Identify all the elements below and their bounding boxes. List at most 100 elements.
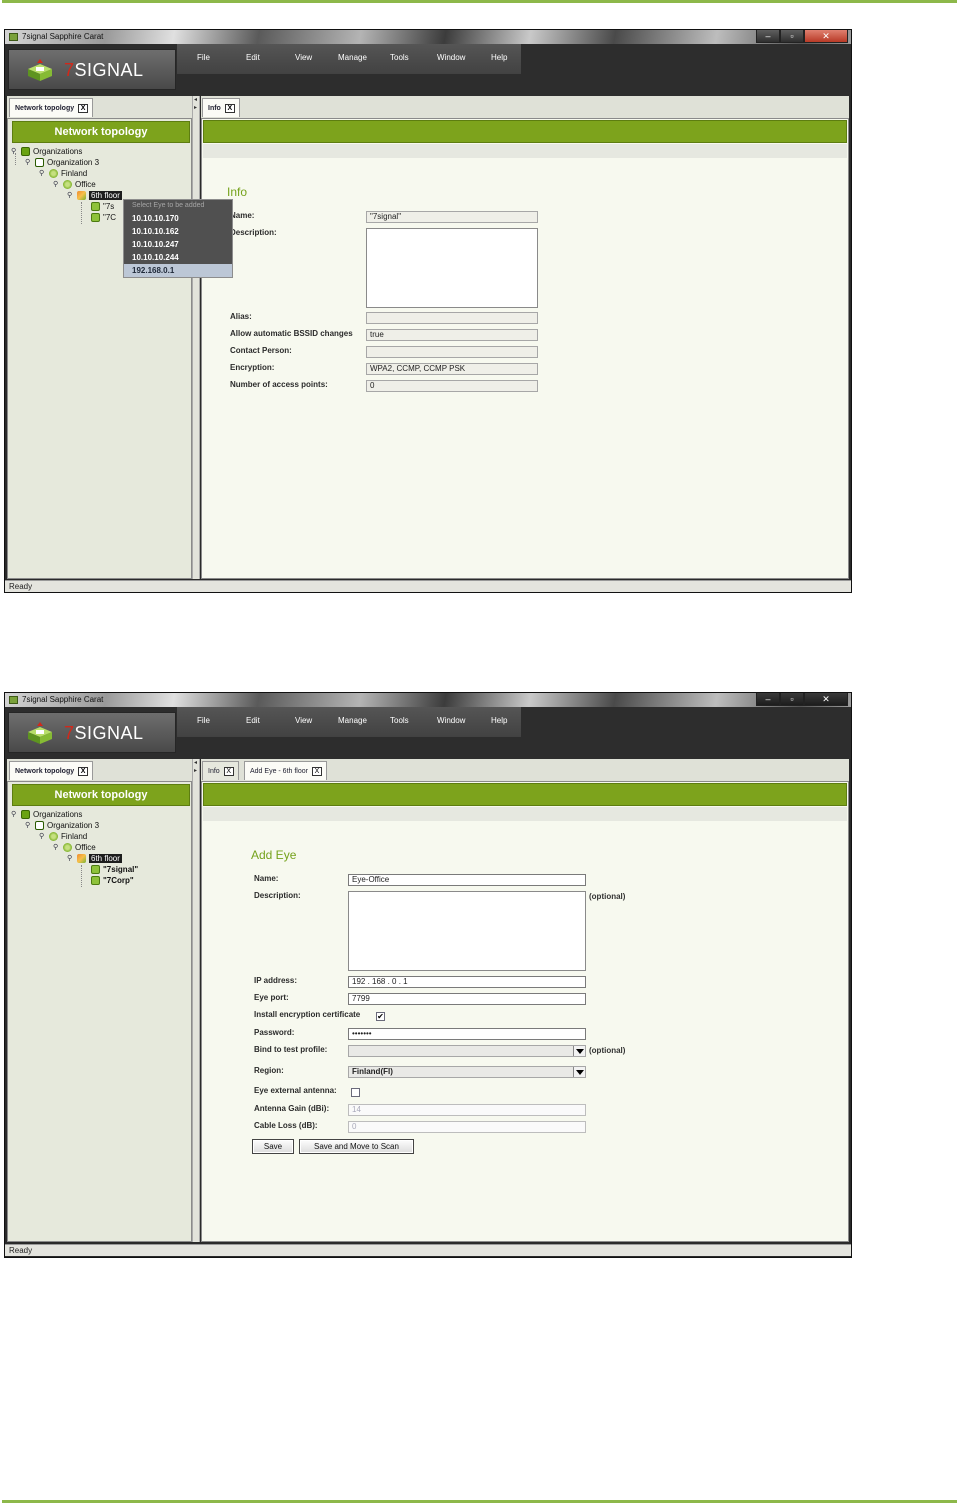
expand-toggle-icon[interactable]: ⚲: [39, 169, 44, 177]
eye-icon: [91, 865, 100, 874]
menu-file[interactable]: File: [197, 53, 210, 62]
contact-person-label: Contact Person:: [230, 346, 292, 355]
menu-window[interactable]: Window: [437, 716, 465, 725]
cable-loss-input[interactable]: 0: [348, 1121, 586, 1133]
tab-network-topology[interactable]: Network topology X: [9, 761, 94, 780]
organizations-icon: [21, 810, 30, 819]
menu-tools[interactable]: Tools: [390, 53, 409, 62]
expand-toggle-icon[interactable]: ⚲: [67, 854, 72, 862]
tree-node-eye-7signal[interactable]: "7s: [91, 201, 114, 212]
save-and-scan-button[interactable]: Save and Move to Scan: [299, 1139, 414, 1154]
auto-bssid-value: true: [366, 329, 538, 341]
ip-address-input[interactable]: 192 . 168 . 0 . 1: [348, 976, 586, 988]
description-label: Description:: [230, 228, 277, 237]
menu-view[interactable]: View: [295, 716, 312, 725]
close-button[interactable]: ✕: [804, 30, 848, 43]
tab-info[interactable]: Info X: [202, 98, 240, 117]
expand-toggle-icon[interactable]: ⚲: [67, 191, 72, 199]
popup-item[interactable]: 10.10.10.244: [124, 251, 232, 264]
close-tab-icon[interactable]: X: [224, 104, 235, 113]
tree-node-organization-3[interactable]: Organization 3: [35, 157, 99, 168]
popup-item-highlighted[interactable]: 192.168.0.1: [124, 264, 232, 277]
tree-node-eye-7corp[interactable]: "7Corp": [91, 875, 134, 886]
tree-node-6th-floor[interactable]: 6th floor: [77, 190, 122, 201]
close-tab-icon[interactable]: X: [78, 104, 89, 113]
tab-add-eye[interactable]: Add Eye - 6th floor X: [244, 761, 327, 780]
menu-window[interactable]: Window: [437, 53, 465, 62]
tree-node-eye-7signal[interactable]: "7signal": [91, 864, 138, 875]
menu-manage[interactable]: Manage: [338, 716, 367, 725]
bind-profile-label: Bind to test profile:: [254, 1045, 328, 1054]
maximize-button[interactable]: ▫: [780, 30, 804, 43]
password-label: Password:: [254, 1028, 295, 1037]
right-tab-strip: Info X Add Eye - 6th floor X: [201, 759, 849, 781]
tree-node-organization-3[interactable]: Organization 3: [35, 820, 99, 831]
region-select[interactable]: Finland(FI): [348, 1066, 586, 1078]
organizations-icon: [21, 147, 30, 156]
menu-help[interactable]: Help: [491, 53, 507, 62]
alias-label: Alias:: [230, 312, 252, 321]
expand-toggle-icon[interactable]: ⚲: [39, 832, 44, 840]
floor-icon: [77, 191, 86, 200]
expand-toggle-icon[interactable]: ⚲: [53, 843, 58, 851]
tree-node-organizations[interactable]: Organizations: [21, 146, 82, 157]
expand-toggle-icon[interactable]: ⚲: [25, 158, 30, 166]
close-tab-icon[interactable]: X: [311, 767, 322, 776]
chevron-down-icon[interactable]: [573, 1067, 585, 1077]
menu-tools[interactable]: Tools: [390, 716, 409, 725]
cable-loss-label: Cable Loss (dB):: [254, 1121, 318, 1130]
save-button[interactable]: Save: [252, 1139, 294, 1154]
pane-splitter[interactable]: ◂ ▸: [192, 96, 200, 579]
tree-header: Network topology: [12, 121, 190, 143]
ext-antenna-checkbox[interactable]: [351, 1088, 360, 1097]
info-subheader-band: [203, 144, 847, 158]
close-button[interactable]: ✕: [804, 693, 848, 706]
password-input[interactable]: •••••••: [348, 1028, 586, 1040]
popup-item[interactable]: 10.10.10.247: [124, 238, 232, 251]
tree-node-eye-7corp[interactable]: "7C: [91, 212, 116, 223]
info-header-bar: [203, 120, 847, 143]
minimize-button[interactable]: –: [756, 30, 780, 43]
left-tab-strip: Network topology X: [7, 759, 192, 781]
chevron-down-icon[interactable]: [573, 1046, 585, 1056]
tab-info[interactable]: Info X: [202, 761, 239, 780]
install-cert-checkbox[interactable]: ✔: [376, 1012, 385, 1021]
encryption-label: Encryption:: [230, 363, 275, 372]
expand-toggle-icon[interactable]: ⚲: [25, 821, 30, 829]
close-tab-icon[interactable]: X: [78, 767, 89, 776]
expand-toggle-icon[interactable]: ⚲: [11, 147, 16, 155]
logo-cube-icon: [28, 722, 52, 744]
eye-icon: [91, 213, 100, 222]
left-tab-strip: Network topology X: [7, 96, 192, 118]
tree-node-organizations[interactable]: Organizations: [21, 809, 82, 820]
tree-node-office[interactable]: Office: [63, 179, 96, 190]
minimize-button[interactable]: –: [756, 693, 780, 706]
menu-edit[interactable]: Edit: [246, 53, 260, 62]
close-tab-icon[interactable]: X: [223, 767, 234, 776]
description-input[interactable]: [348, 891, 586, 971]
info-pane: Info Name: "7signal" Description: Alias:…: [201, 118, 849, 579]
menu-help[interactable]: Help: [491, 716, 507, 725]
expand-toggle-icon[interactable]: ⚲: [11, 810, 16, 818]
name-input[interactable]: Eye-Office: [348, 874, 586, 886]
menu-file[interactable]: File: [197, 716, 210, 725]
tree-node-finland[interactable]: Finland: [49, 831, 87, 842]
antenna-gain-input[interactable]: 14: [348, 1104, 586, 1116]
popup-item[interactable]: 10.10.10.170: [124, 212, 232, 225]
pane-splitter[interactable]: ◂ ▸: [192, 759, 200, 1242]
ap-count-label: Number of access points:: [230, 380, 328, 389]
tree-node-finland[interactable]: Finland: [49, 168, 87, 179]
tab-network-topology[interactable]: Network topology X: [9, 98, 94, 117]
menu-view[interactable]: View: [295, 53, 312, 62]
expand-toggle-icon[interactable]: ⚲: [53, 180, 58, 188]
network-topology-pane: Network topology Organizations ⚲ Organiz…: [7, 118, 192, 579]
menu-edit[interactable]: Edit: [246, 716, 260, 725]
tree-node-6th-floor[interactable]: 6th floor: [77, 853, 122, 864]
bind-profile-select[interactable]: [348, 1045, 586, 1057]
tree-node-office[interactable]: Office: [63, 842, 96, 853]
eye-port-input[interactable]: 7799: [348, 993, 586, 1005]
popup-item[interactable]: 10.10.10.162: [124, 225, 232, 238]
app-header: 7SIGNAL File Edit View Manage Tools Wind…: [5, 44, 851, 96]
maximize-button[interactable]: ▫: [780, 693, 804, 706]
menu-manage[interactable]: Manage: [338, 53, 367, 62]
